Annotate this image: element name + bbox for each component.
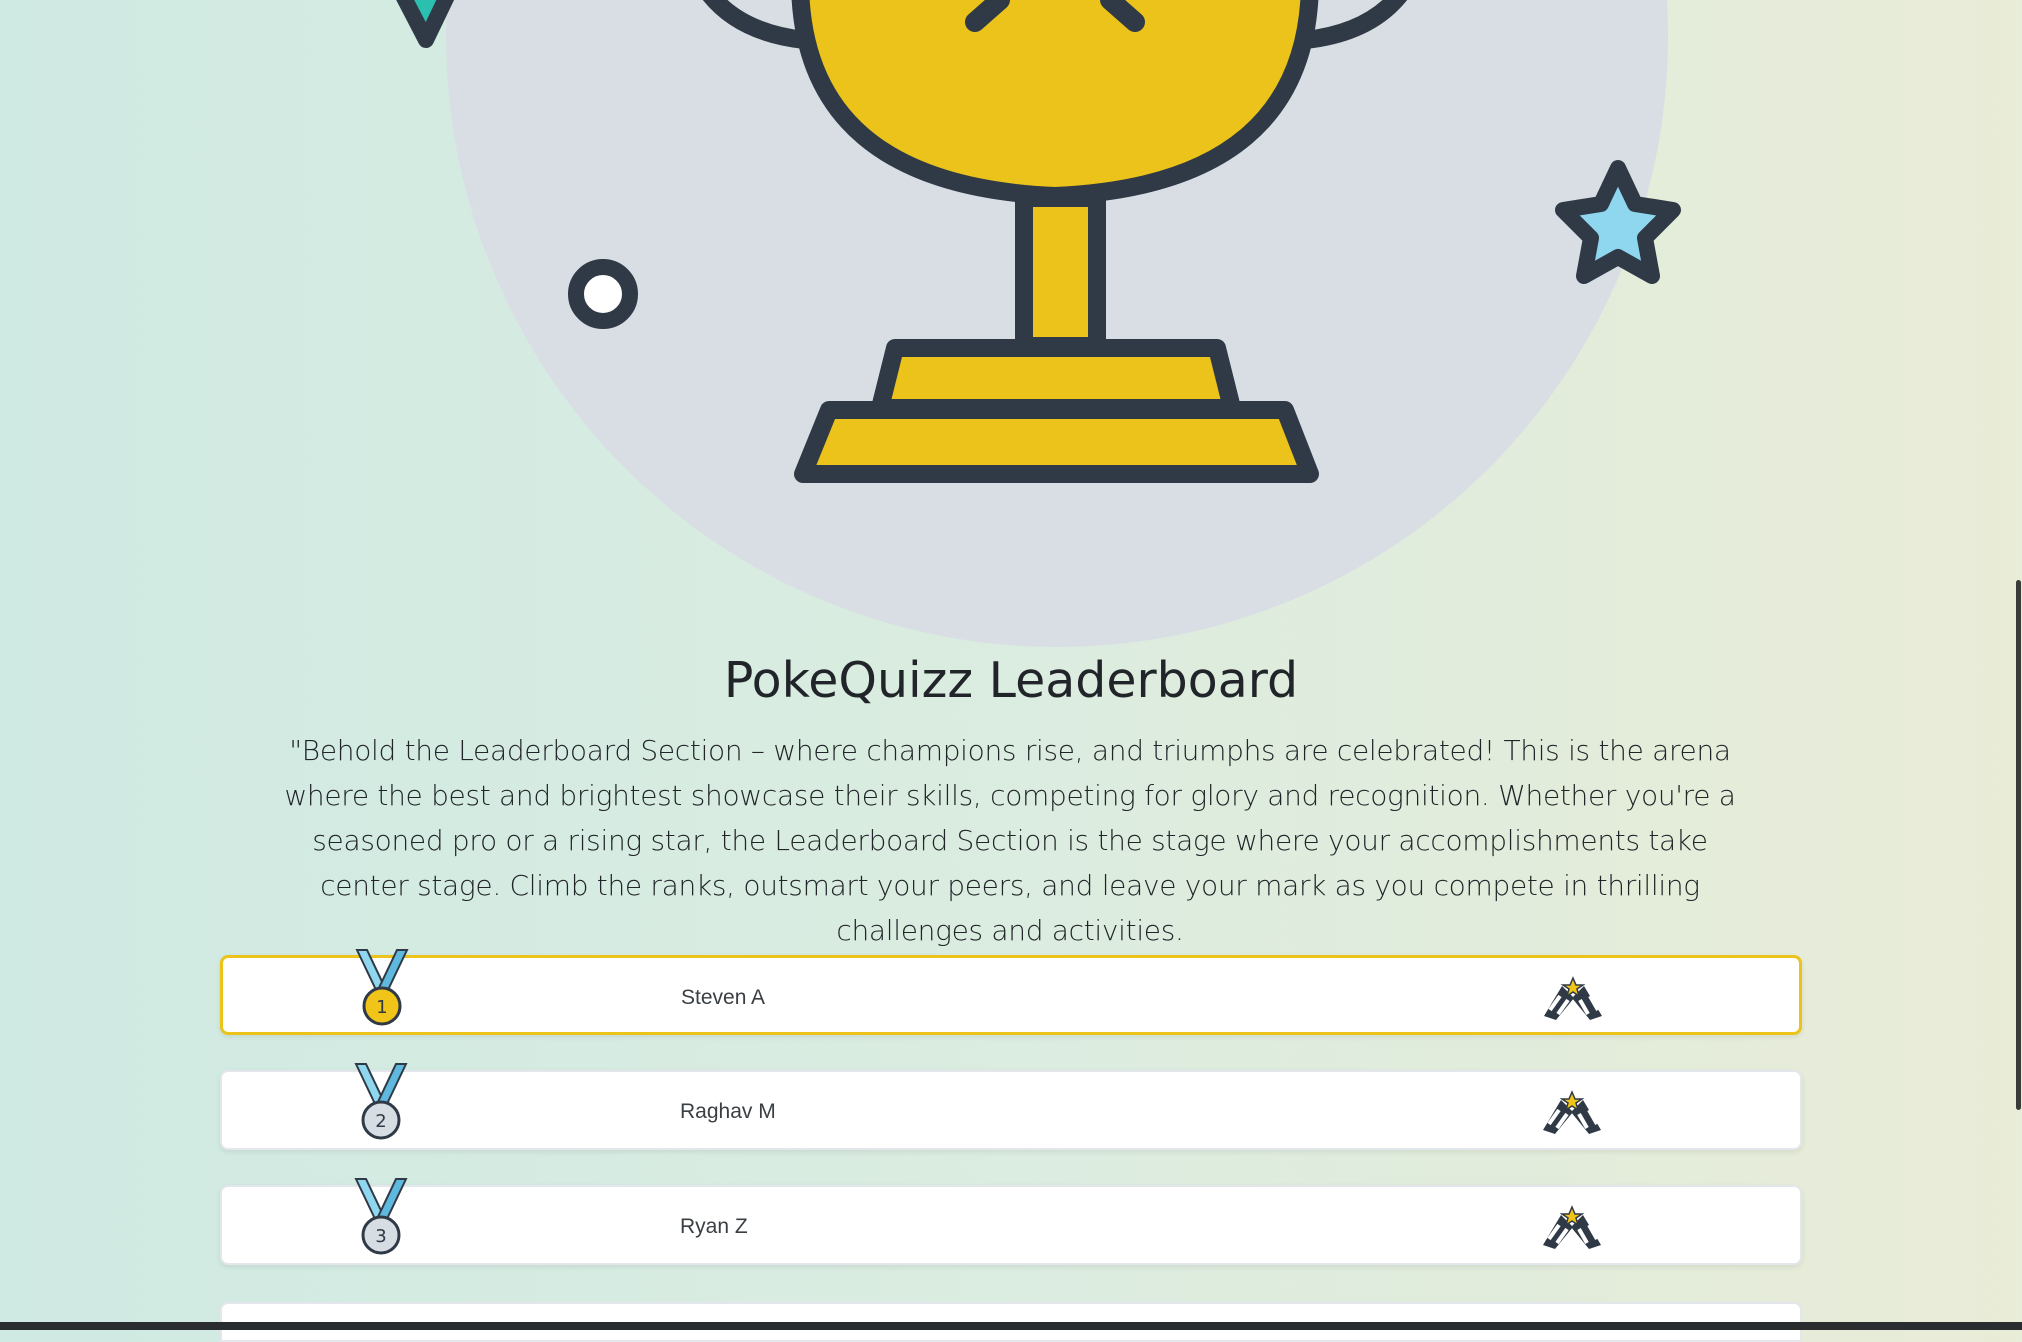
silver-medal-icon: 2 (354, 1063, 408, 1140)
scrollbar-thumb[interactable] (2016, 580, 2021, 1110)
trophy-base-lower (794, 401, 1319, 483)
player-name: Ryan Z (680, 1215, 748, 1238)
page-title: PokeQuizz Leaderboard (723, 652, 1299, 709)
leaderboard-row[interactable]: 2 Raghav M (220, 1063, 1802, 1150)
svg-text:1: 1 (376, 997, 387, 1018)
star-decoration (1555, 160, 1681, 284)
trophy-handle-left (702, 0, 814, 49)
trophy-stem (1015, 189, 1106, 355)
svg-text:2: 2 (375, 1111, 386, 1132)
leaderboard-row[interactable]: 3 Ryan Z (220, 1178, 1802, 1265)
leaderboard-row[interactable]: 1 Steven A (220, 949, 1802, 1035)
checkered-flags-icon (1543, 1205, 1601, 1249)
taskbar-edge (0, 1322, 2022, 1330)
leaderboard-list: 1 Steven A 2 Raghav M 3 Ryan Z (220, 949, 1802, 1300)
checkered-flags-icon (1544, 976, 1602, 1020)
ring-decoration (568, 259, 638, 329)
pennant-decoration (396, 0, 455, 48)
trophy-handle-right (1296, 0, 1408, 49)
trophy-illustration (396, 0, 1681, 483)
svg-text:3: 3 (375, 1226, 386, 1247)
checkered-flags-icon (1543, 1090, 1601, 1134)
gold-medal-icon: 1 (355, 949, 409, 1026)
player-name: Steven A (681, 986, 766, 1009)
bronze-medal-icon: 3 (354, 1178, 408, 1255)
trophy-base-upper (871, 339, 1241, 417)
player-name: Raghav M (680, 1100, 776, 1123)
trophy-cup (791, 0, 1319, 205)
page-description: "Behold the Leaderboard Section – where … (284, 734, 1736, 947)
